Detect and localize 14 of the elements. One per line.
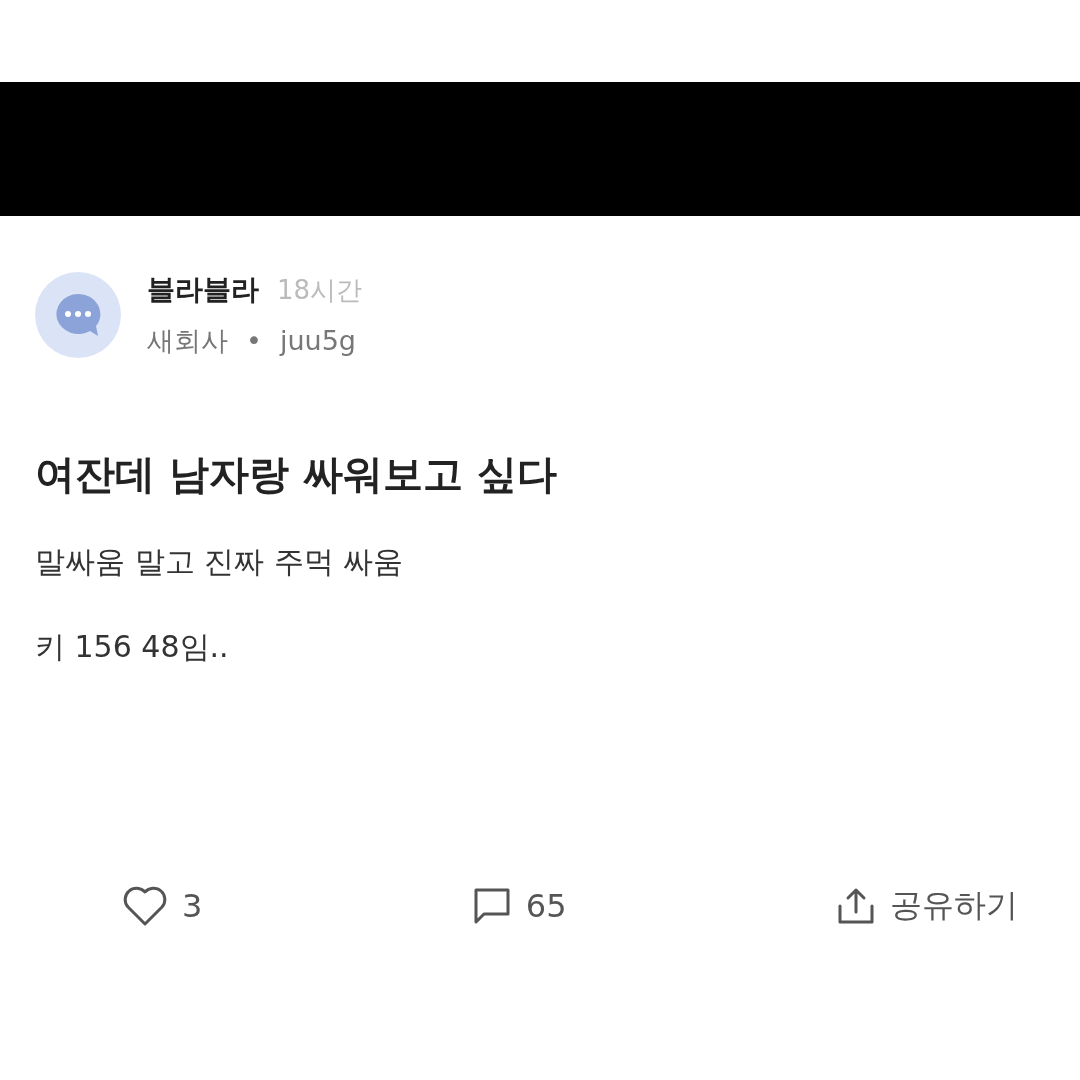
user-id: juu5g xyxy=(279,325,356,356)
comment-button[interactable]: 65 xyxy=(471,884,567,928)
chat-bubble-icon xyxy=(54,292,102,338)
heart-icon xyxy=(122,885,168,927)
post-title: 여잔데 남자랑 싸워보고 싶다 xyxy=(35,450,558,499)
share-button[interactable]: 공유하기 xyxy=(836,884,1018,928)
share-icon xyxy=(836,886,876,926)
like-button[interactable]: 3 xyxy=(122,884,203,928)
post-text: 키 156 48임.. xyxy=(35,628,230,666)
post-text: 말싸움 말고 진짜 주먹 싸움 xyxy=(35,543,405,581)
post-time: 18시간 xyxy=(277,274,363,307)
company-name: 새회사 xyxy=(147,324,228,358)
separator-dot: • xyxy=(246,325,262,356)
author-name[interactable]: 블라블라 xyxy=(147,271,259,309)
